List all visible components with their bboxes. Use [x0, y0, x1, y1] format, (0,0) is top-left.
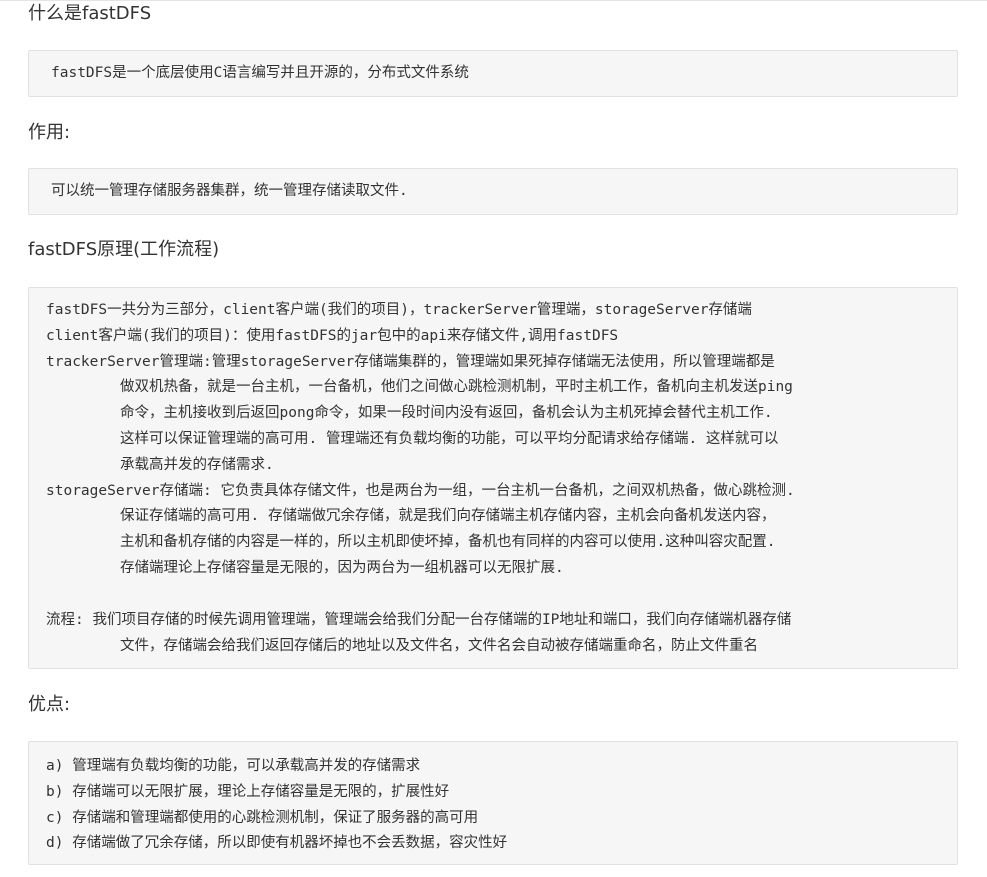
principle-line: 保证存储端的高可用. 存储端做冗余存储，就是我们向存储端主机存储内容，主机会向备… — [120, 508, 776, 525]
principle-line: fastDFS一共分为三部分，client客户端(我们的项目)，trackerS… — [46, 302, 752, 318]
principle-line: storageServer存储端: 它负责具体存储文件，也是两台为一组，一台主机… — [46, 482, 795, 499]
heading-usage: 作用: — [28, 122, 71, 143]
principle-line: client客户端(我们的项目)：使用fastDFS的jar包中的api来存储文… — [46, 327, 619, 344]
heading-advantages: 优点: — [28, 694, 71, 715]
advantage-item: d) 存储端做了冗余存储，所以即使有机器坏掉也不会丢数据，容灾性好 — [46, 835, 508, 852]
principle-line: trackerServer管理端:管理storageServer存储端集群的，管… — [46, 353, 775, 370]
code-block-usage: 可以统一管理存储服务器集群，统一管理存储读取文件. — [28, 168, 958, 215]
heading-what-is-fastdfs: 什么是fastDFS — [28, 3, 152, 24]
principle-line: 流程: 我们项目存储的时候先调用管理端，管理端会给我们分配一台存储端的IP地址和… — [46, 611, 792, 628]
heading-principle: fastDFS原理(工作流程) — [28, 239, 220, 260]
principle-line: 承载高并发的存储需求. — [120, 456, 274, 473]
principle-line: 做双机热备，就是一台主机，一台备机，他们之间做心跳检测机制，平时主机工作，备机向… — [120, 379, 793, 396]
advantage-item: b) 存储端可以无限扩展，理论上存储容量是无限的，扩展性好 — [46, 783, 450, 800]
principle-line: 命令，主机接收到后返回pong命令，如果一段时间内没有返回，备机会认为主机死掉会… — [120, 405, 773, 422]
principle-line: 存储端理论上存储容量是无限的，因为两台为一组机器可以无限扩展. — [120, 559, 564, 576]
advantage-item: a) 管理端有负载均衡的功能，可以承载高并发的存储需求 — [46, 758, 421, 774]
code-block-advantages: a) 管理端有负载均衡的功能，可以承载高并发的存储需求 b) 存储端可以无限扩展… — [28, 741, 958, 865]
definition-text: fastDFS是一个底层使用C语言编写并且开源的，分布式文件系统 — [51, 65, 469, 81]
code-block-principle: fastDFS一共分为三部分，client客户端(我们的项目)，trackerS… — [28, 287, 958, 669]
advantage-item: c) 存储端和管理端都使用的心跳检测机制，保证了服务器的高可用 — [46, 809, 479, 826]
usage-text: 可以统一管理存储服务器集群，统一管理存储读取文件. — [51, 183, 408, 199]
principle-line: 文件，存储端会给我们返回存储后的地址以及文件名，文件名会自动被存储端重命名，防止… — [120, 637, 758, 654]
principle-line: 主机和备机存储的内容是一样的，所以主机即使坏掉，备机也有同样的内容可以使用.这种… — [120, 534, 776, 551]
code-block-definition: fastDFS是一个底层使用C语言编写并且开源的，分布式文件系统 — [28, 50, 958, 97]
principle-line: 这样可以保证管理端的高可用. 管理端还有负载均衡的功能，可以平均分配请求给存储端… — [120, 430, 779, 447]
